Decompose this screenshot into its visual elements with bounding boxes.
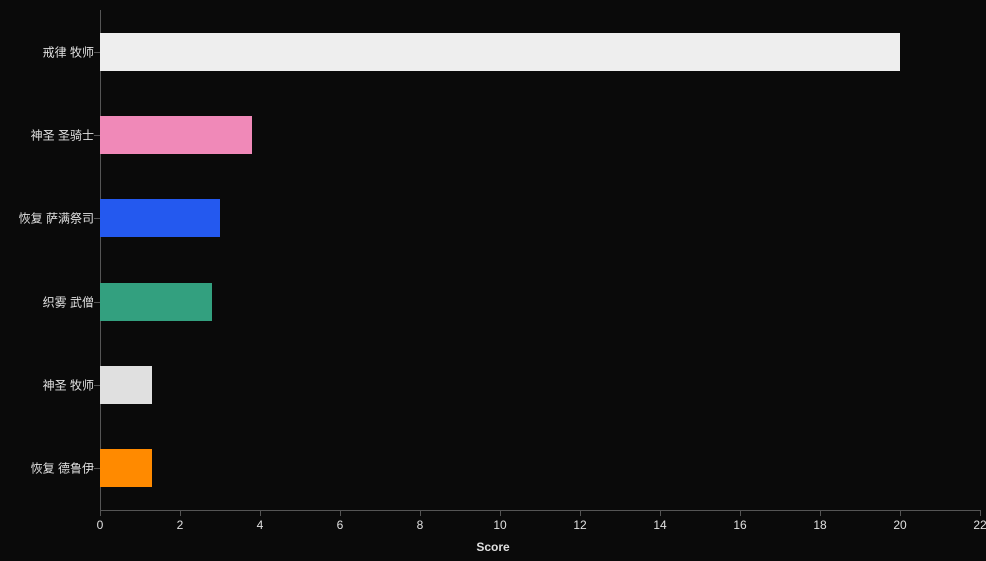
- x-axis-title: Score: [476, 540, 509, 554]
- y-tick-mark: [94, 135, 100, 136]
- x-tick-label: 14: [653, 518, 666, 532]
- chart-container: 戒律 牧师神圣 圣骑士恢复 萨满祭司织雾 武僧神圣 牧师恢复 德鲁伊 0 2 4 6 8…: [0, 0, 986, 561]
- x-tick-label: 0: [97, 518, 104, 532]
- bar: [100, 366, 152, 404]
- y-tick-label: 织雾 武僧: [4, 293, 94, 310]
- y-tick-mark: [94, 302, 100, 303]
- x-tick-mark: [100, 510, 101, 516]
- y-tick-label: 恢复 德鲁伊: [4, 460, 94, 477]
- x-tick-label: 10: [493, 518, 506, 532]
- x-tick-mark: [980, 510, 981, 516]
- x-tick-label: 12: [573, 518, 586, 532]
- x-tick-mark: [580, 510, 581, 516]
- y-tick-mark: [94, 52, 100, 53]
- x-axis-line: [100, 510, 980, 511]
- y-axis-line: [100, 10, 101, 510]
- x-tick-label: 18: [813, 518, 826, 532]
- x-tick-mark: [260, 510, 261, 516]
- bar: [100, 116, 252, 154]
- bar: [100, 283, 212, 321]
- x-tick-mark: [500, 510, 501, 516]
- x-tick-mark: [660, 510, 661, 516]
- x-tick-label: 20: [893, 518, 906, 532]
- x-tick-label: 22: [973, 518, 986, 532]
- y-tick-mark: [94, 468, 100, 469]
- y-tick-mark: [94, 385, 100, 386]
- bar: [100, 199, 220, 237]
- x-tick-label: 16: [733, 518, 746, 532]
- bar: [100, 33, 900, 71]
- x-tick-mark: [740, 510, 741, 516]
- x-tick-mark: [340, 510, 341, 516]
- y-tick-label: 戒律 牧师: [4, 43, 94, 60]
- y-tick-mark: [94, 218, 100, 219]
- x-tick-label: 4: [257, 518, 264, 532]
- x-tick-label: 2: [177, 518, 184, 532]
- x-tick-mark: [180, 510, 181, 516]
- x-tick-mark: [420, 510, 421, 516]
- y-tick-label: 恢复 萨满祭司: [4, 210, 94, 227]
- x-tick-mark: [900, 510, 901, 516]
- bar: [100, 449, 152, 487]
- y-tick-label: 神圣 牧师: [4, 377, 94, 394]
- x-tick-label: 8: [417, 518, 424, 532]
- x-tick-label: 6: [337, 518, 344, 532]
- y-tick-label: 神圣 圣骑士: [4, 127, 94, 144]
- x-tick-mark: [820, 510, 821, 516]
